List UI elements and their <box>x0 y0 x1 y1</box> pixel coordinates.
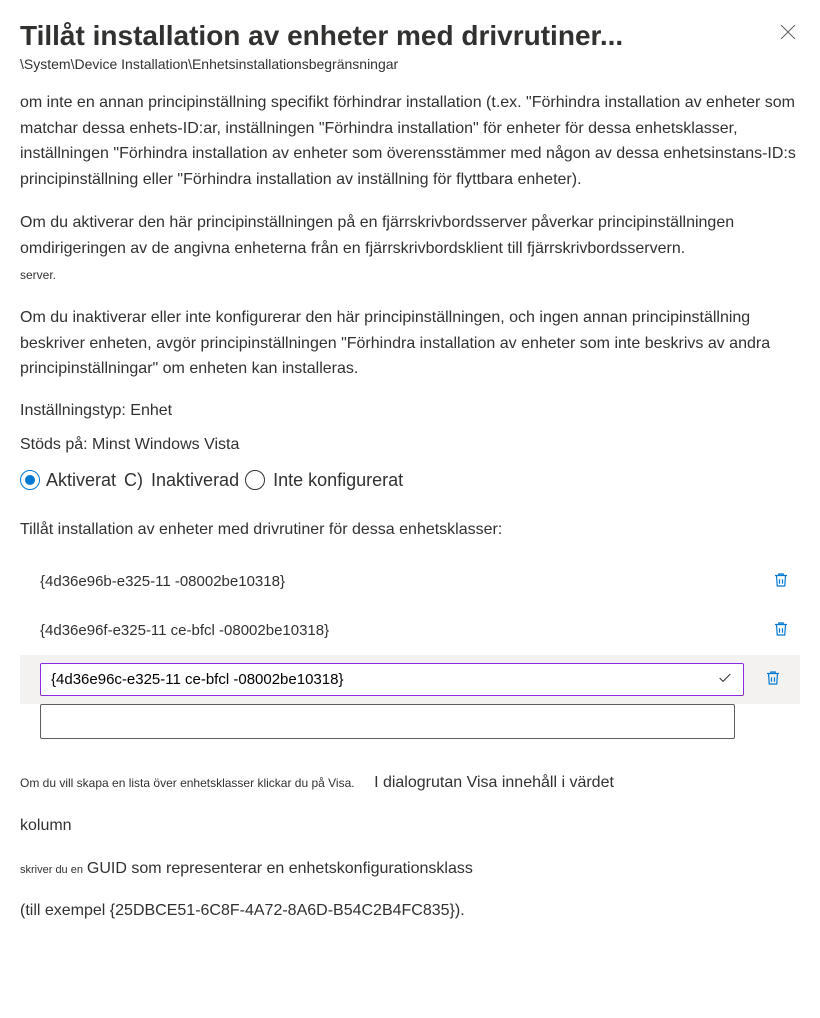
trash-icon <box>772 571 790 589</box>
description-paragraph-1: om inte en annan principinställning spec… <box>20 90 800 192</box>
edit-item-input[interactable] <box>51 671 709 688</box>
setting-type-label: Inställningstyp: Enhet <box>20 402 800 420</box>
radio-icon <box>20 470 40 490</box>
radio-disabled-label: Inaktiverad <box>151 470 239 491</box>
state-radio-group: Aktiverat C) Inaktiverad Inte konfigurer… <box>20 470 800 491</box>
radio-enabled-label: Aktiverat <box>46 470 116 491</box>
description-paragraph-3: Om du inaktiverar eller inte konfigurera… <box>20 305 800 382</box>
radio-disabled[interactable]: Inaktiverad <box>151 470 265 491</box>
radio-not-configured-label: Inte konfigurerat <box>273 470 403 491</box>
radio-not-configured[interactable]: Inte konfigurerat <box>273 470 403 491</box>
list-section-label: Tillåt installation av enheter med drivr… <box>20 521 800 539</box>
confirm-button[interactable] <box>717 670 733 689</box>
page-title: Tillåt installation av enheter med drivr… <box>20 20 623 52</box>
delete-button[interactable] <box>762 567 800 596</box>
radio-enabled[interactable]: Aktiverat <box>20 470 116 491</box>
list-item-text: {4d36e96f-e325-11 ce-bfcl -08002be10318} <box>40 622 752 639</box>
radio-disabled-prefix: C) <box>124 470 143 491</box>
close-icon <box>780 24 796 40</box>
delete-button[interactable] <box>754 665 792 694</box>
delete-button[interactable] <box>762 616 800 645</box>
list-item-text: {4d36e96b-e325-11 -08002be10318} <box>40 573 752 590</box>
breadcrumb: \System\Device Installation\Enhetsinstal… <box>20 56 800 72</box>
close-button[interactable] <box>776 20 800 47</box>
list-item: {4d36e96b-e325-11 -08002be10318} <box>20 557 800 606</box>
new-item-row <box>20 704 800 739</box>
list-item-editing <box>20 655 800 704</box>
trash-icon <box>772 620 790 638</box>
new-item-input[interactable] <box>40 704 735 739</box>
supported-on-label: Stöds på: Minst Windows Vista <box>20 436 800 454</box>
footer-help-text: Om du vill skapa en lista över enhetskla… <box>20 769 800 926</box>
description-paragraph-2: Om du aktiverar den här principinställni… <box>20 210 800 287</box>
check-icon <box>717 670 733 686</box>
device-class-list: {4d36e96b-e325-11 -08002be10318} {4d36e9… <box>20 557 800 739</box>
trash-icon <box>764 669 782 687</box>
radio-icon <box>245 470 265 490</box>
list-item: {4d36e96f-e325-11 ce-bfcl -08002be10318} <box>20 606 800 655</box>
